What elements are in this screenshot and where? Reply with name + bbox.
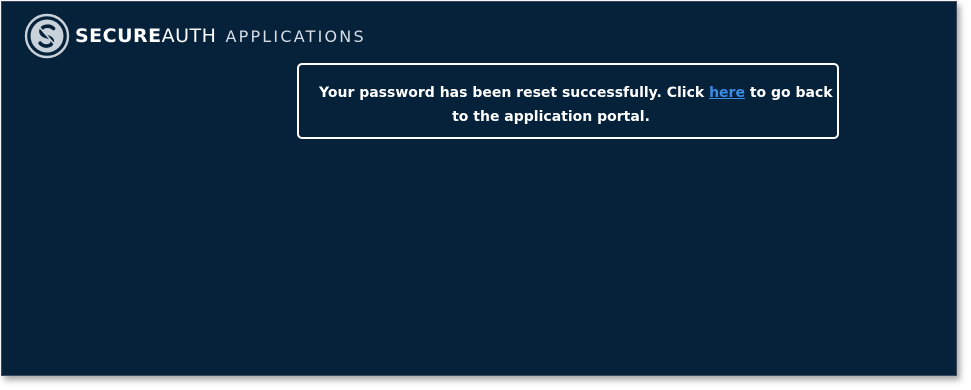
message-line-2: to the application portal. [452, 109, 650, 125]
message-text-before-link: Your password has been reset successfull… [319, 85, 710, 101]
reset-success-message: Your password has been reset successfull… [297, 63, 839, 139]
brand-name-secure: SECURE [75, 25, 162, 47]
brand-name-auth: AUTH [161, 25, 217, 47]
brand-section: APPLICATIONS [225, 27, 366, 46]
portal-link[interactable]: here [709, 85, 745, 101]
secureauth-logo-icon [24, 13, 70, 59]
brand-name: SECURE AUTH APPLICATIONS [75, 25, 366, 47]
header: SECURE AUTH APPLICATIONS [24, 12, 366, 60]
app-window: SECURE AUTH APPLICATIONS Your password h… [1, 1, 957, 376]
message-text-after-link: to go back [744, 85, 833, 101]
message-line-1: Your password has been reset successfull… [319, 81, 833, 105]
